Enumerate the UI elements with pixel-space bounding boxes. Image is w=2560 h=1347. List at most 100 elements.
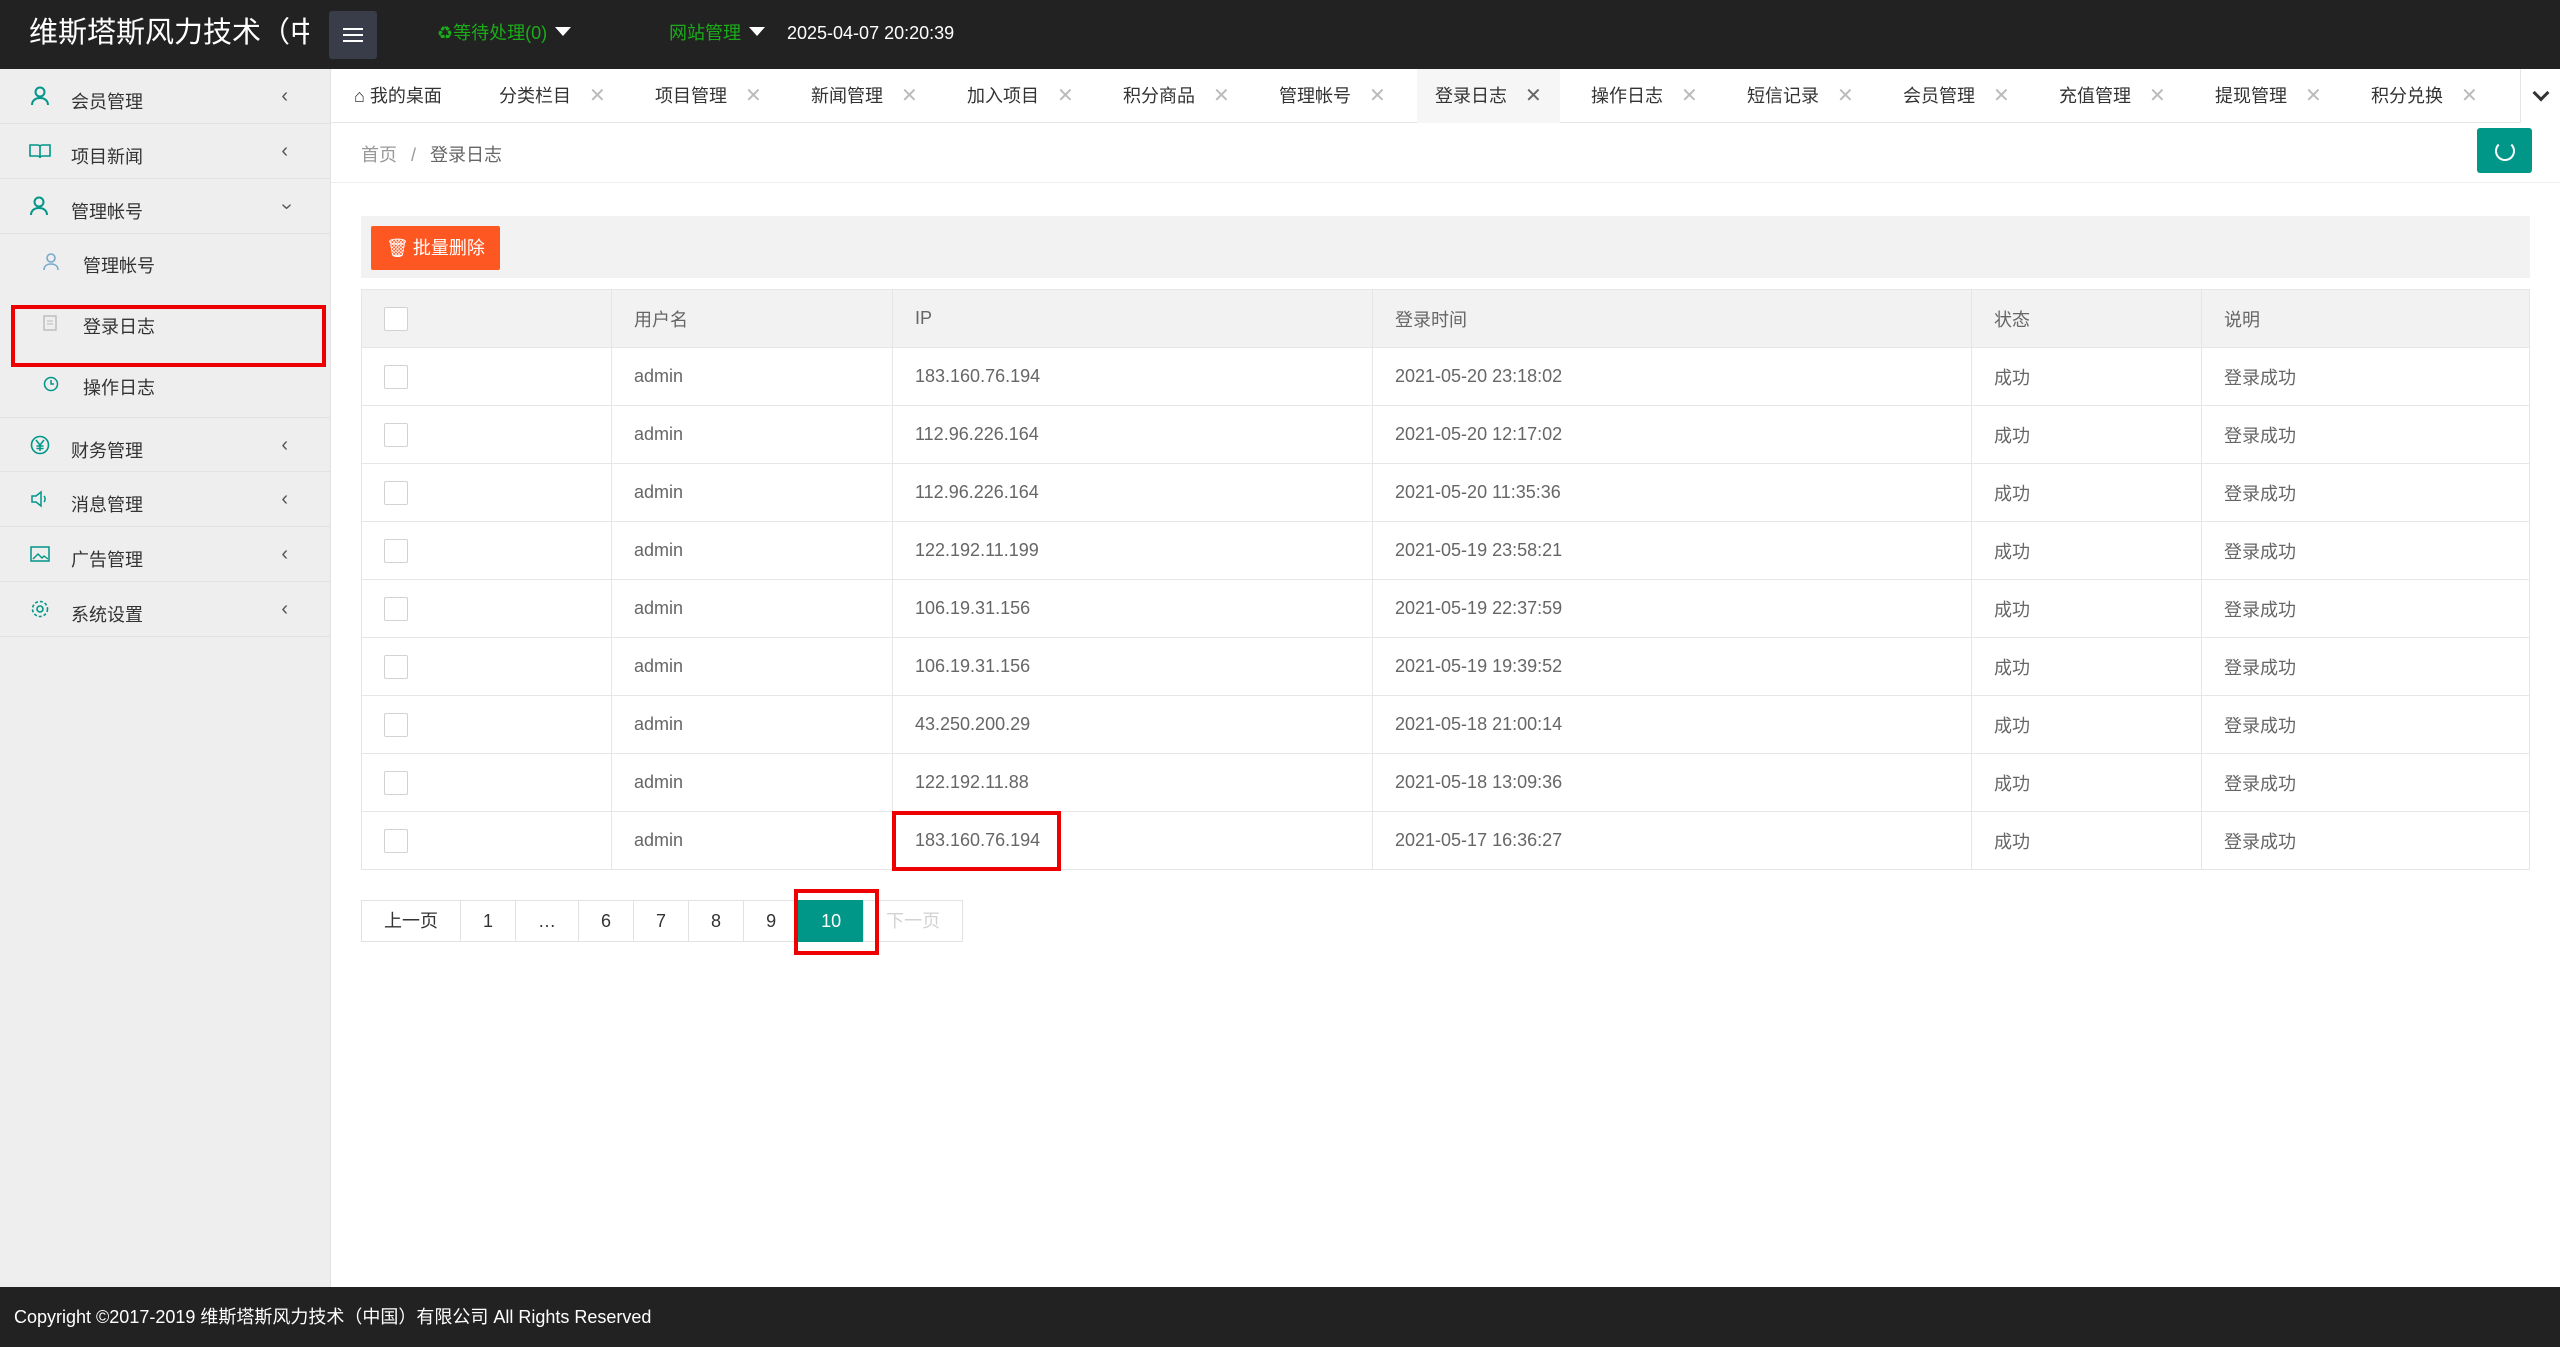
row-checkbox[interactable] [384, 712, 408, 737]
row-checkbox[interactable] [384, 770, 408, 795]
cell-ip: 106.19.31.156 [892, 637, 1373, 696]
refresh-icon [2494, 140, 2515, 161]
cell-note: 登录成功 [2201, 405, 2530, 464]
tabs-more-button[interactable] [2520, 69, 2560, 123]
cell-note: 登录成功 [2201, 521, 2530, 580]
sidebar-item-ads[interactable]: 广告管理 ‹ [0, 527, 330, 582]
cell-login-time: 2021-05-19 23:58:21 [1372, 521, 1972, 580]
sidebar-item-messages[interactable]: 消息管理 ‹ [0, 472, 330, 527]
tab-points-exchange[interactable]: 积分兑换 ✕ [2371, 69, 2478, 123]
site-manage-label: 网站管理 [669, 23, 741, 43]
sidebar-item-label: 管理帐号 [71, 202, 143, 222]
batch-delete-button[interactable]: 🗑 批量删除 [371, 226, 500, 270]
row-checkbox[interactable] [384, 364, 408, 389]
clock-icon [43, 376, 59, 397]
close-icon[interactable]: ✕ [1993, 85, 2010, 107]
tab-withdraw-manage[interactable]: 提现管理 ✕ [2215, 69, 2322, 123]
breadcrumb-home-link[interactable]: 首页 [361, 145, 397, 165]
sidebar-item-admin-accounts[interactable]: 管理帐号 ‹ [0, 179, 330, 234]
tab-login-log[interactable]: 登录日志 ✕ [1417, 69, 1560, 123]
sidebar-item-label: 项目新闻 [71, 147, 143, 167]
row-checkbox[interactable] [384, 538, 408, 563]
footer-copyright: Copyright ©2017-2019 维斯塔斯风力技术（中国）有限公司 Al… [14, 1307, 652, 1327]
row-checkbox[interactable] [384, 828, 408, 853]
sidebar-item-label: 财务管理 [71, 441, 143, 461]
row-checkbox[interactable] [384, 422, 408, 447]
table-row: admin 112.96.226.164 2021-05-20 12:17:02… [361, 405, 2530, 464]
main-content: 首页 / 登录日志 🗑 批量删除 用户名 IP 登录时间 状态 说明 admin 18… [331, 123, 2560, 1287]
chevron-down-icon [2532, 84, 2549, 102]
refresh-button[interactable] [2477, 128, 2532, 173]
close-icon[interactable]: ✕ [901, 85, 918, 107]
tab-my-desktop[interactable]: ⌂ 我的桌面 [354, 69, 442, 123]
tab-sms-records[interactable]: 短信记录 ✕ [1747, 69, 1854, 123]
trash-icon: 🗑 [386, 238, 409, 258]
cell-ip: 122.192.11.199 [892, 521, 1373, 580]
brand-logo-text[interactable]: 维斯塔斯风力技术（中 [29, 0, 309, 69]
table-row: admin 122.192.11.199 2021-05-19 23:58:21… [361, 521, 2530, 580]
page-button-8[interactable]: 8 [688, 900, 744, 942]
row-select-cell [361, 695, 612, 754]
book-icon [29, 140, 51, 162]
close-icon[interactable]: ✕ [1369, 85, 1386, 107]
close-icon[interactable]: ✕ [1681, 85, 1698, 107]
close-icon[interactable]: ✕ [1213, 85, 1230, 107]
page-button-current[interactable]: 10 [798, 900, 864, 942]
tab-admin-accounts[interactable]: 管理帐号 ✕ [1279, 69, 1386, 123]
tab-recharge-manage[interactable]: 充值管理 ✕ [2059, 69, 2166, 123]
close-icon[interactable]: ✕ [745, 85, 762, 107]
column-header-login-time: 登录时间 [1372, 289, 1972, 348]
tab-label: 我的桌面 [369, 86, 442, 106]
prev-page-button[interactable]: 上一页 [361, 900, 460, 942]
sidebar-item-news[interactable]: 项目新闻 ‹ [0, 124, 330, 179]
tab-label: 项目管理 [655, 86, 727, 106]
close-icon[interactable]: ✕ [1837, 85, 1854, 107]
close-icon[interactable]: ✕ [589, 85, 606, 107]
breadcrumb: 首页 / 登录日志 [361, 141, 502, 167]
close-icon[interactable]: ✕ [2305, 85, 2322, 107]
table-row: admin 106.19.31.156 2021-05-19 19:39:52 … [361, 637, 2530, 696]
page-button-6[interactable]: 6 [578, 900, 634, 942]
next-page-button[interactable]: 下一页 [863, 900, 964, 942]
tab-project-manage[interactable]: 项目管理 ✕ [655, 69, 762, 123]
cell-login-time: 2021-05-17 16:36:27 [1372, 811, 1972, 870]
admin-icon [29, 195, 51, 217]
caret-down-icon [555, 26, 572, 36]
tab-join-project[interactable]: 加入项目 ✕ [967, 69, 1074, 123]
tab-category[interactable]: 分类栏目 ✕ [499, 69, 606, 123]
chevron-left-icon: ‹ [281, 488, 288, 510]
cell-ip: 112.96.226.164 [892, 463, 1373, 522]
caret-down-icon [749, 26, 765, 36]
row-checkbox[interactable] [384, 654, 408, 679]
tab-member-manage[interactable]: 会员管理 ✕ [1903, 69, 2010, 123]
sidebar-item-settings[interactable]: 系统设置 ‹ [0, 582, 330, 637]
table-row: admin 183.160.76.194 2021-05-17 16:36:27… [361, 811, 2530, 870]
menu-toggle-button[interactable] [329, 11, 377, 59]
tab-operation-log[interactable]: 操作日志 ✕ [1591, 69, 1698, 123]
header-datetime: 2025-04-07 20:20:39 [787, 23, 955, 43]
tab-news-manage[interactable]: 新闻管理 ✕ [811, 69, 918, 123]
site-manage-dropdown[interactable]: 网站管理 [669, 0, 765, 69]
cell-status: 成功 [1971, 811, 2202, 870]
pending-tasks-dropdown[interactable]: ♻等待处理(0) [437, 0, 572, 69]
close-icon[interactable]: ✕ [2461, 85, 2478, 107]
sidebar-subitem-operation-log[interactable]: 操作日志 [0, 356, 330, 417]
sidebar-item-member[interactable]: 会员管理 ‹ [0, 69, 330, 124]
cell-status: 成功 [1971, 753, 2202, 812]
tab-points-goods[interactable]: 积分商品 ✕ [1123, 69, 1230, 123]
close-icon[interactable]: ✕ [1525, 85, 1542, 107]
row-checkbox[interactable] [384, 596, 408, 621]
page-button-9[interactable]: 9 [743, 900, 799, 942]
page-ellipsis: … [515, 900, 579, 942]
sidebar-subitem-admin-accounts[interactable]: 管理帐号 [0, 234, 330, 295]
close-icon[interactable]: ✕ [2149, 85, 2166, 107]
select-all-checkbox[interactable] [384, 306, 408, 331]
row-checkbox[interactable] [384, 480, 408, 505]
page-button-7[interactable]: 7 [633, 900, 689, 942]
cell-username: admin [611, 521, 893, 580]
sidebar-subitem-login-log[interactable]: 登录日志 [0, 295, 330, 356]
divider [331, 182, 2560, 183]
close-icon[interactable]: ✕ [1057, 85, 1074, 107]
page-button-1[interactable]: 1 [460, 900, 516, 942]
sidebar-item-finance[interactable]: 财务管理 ‹ [0, 417, 330, 472]
